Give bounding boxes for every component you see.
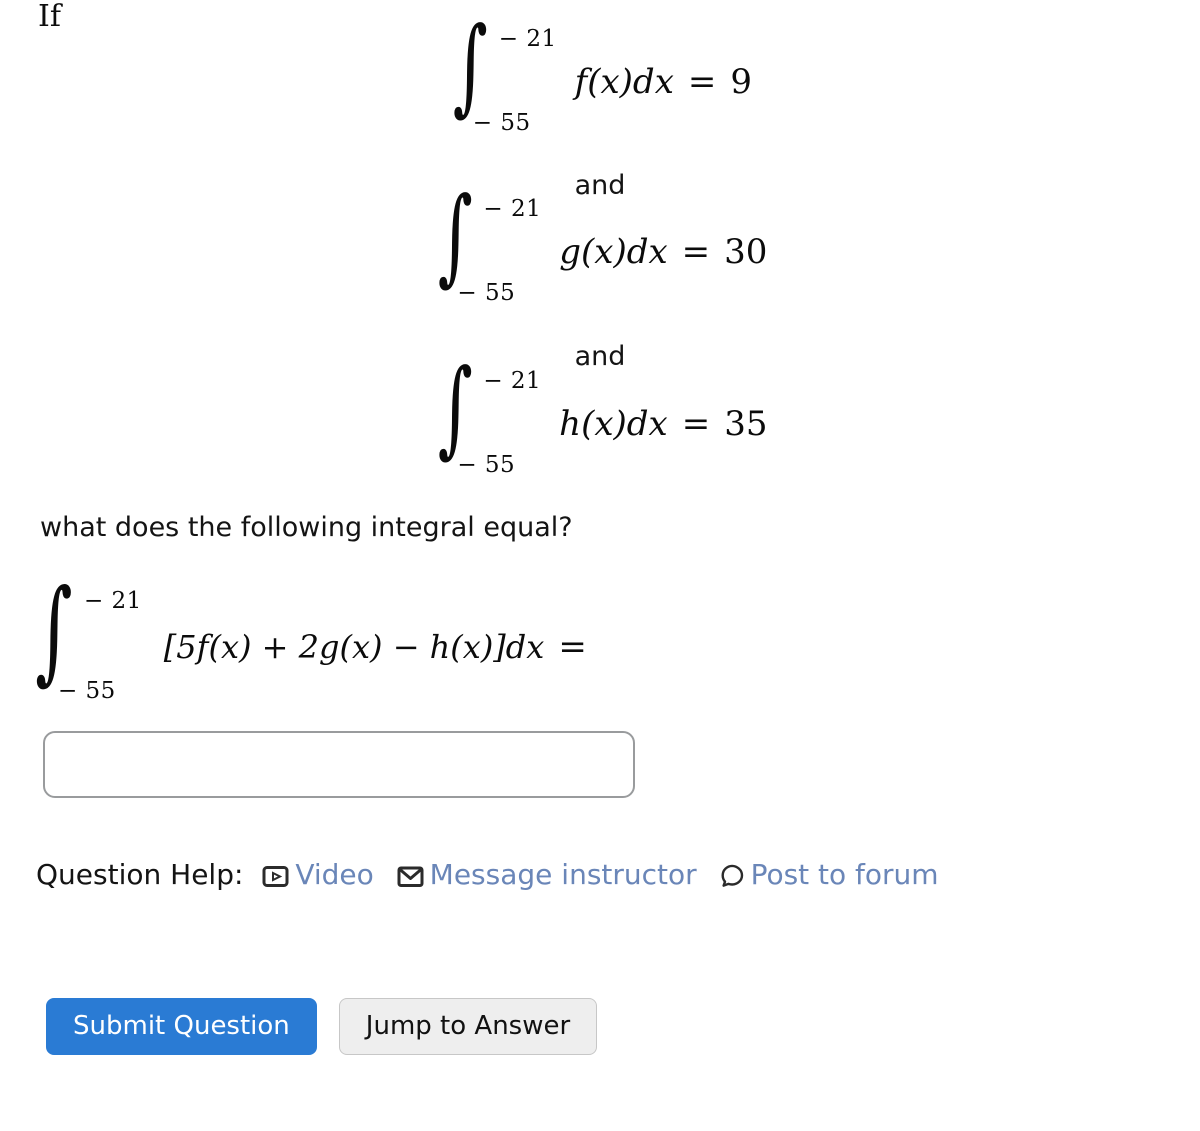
integral-limits: − 21 − 55	[58, 588, 142, 704]
integrand-expression: f(x)dx	[574, 62, 674, 102]
equals-sign: =	[681, 404, 711, 444]
video-link-label: Video	[295, 858, 374, 891]
math-expression: ∫ − 21 − 55 h(x)dx = 35	[433, 356, 768, 478]
post-to-forum-link[interactable]: Post to forum	[720, 858, 939, 891]
equals-sign: =	[681, 232, 711, 272]
integrand-expression: h(x)dx	[559, 404, 668, 444]
given-integral-g: ∫ − 21 − 55 g(x)dx = 30	[0, 184, 1200, 306]
integral-lower-limit: − 55	[457, 452, 516, 478]
math-expression: ∫ − 21 − 55 [5f(x) + 2g(x) − h(x)]dx =	[30, 574, 587, 704]
integrand-expression: [5f(x) + 2g(x) − h(x)]dx	[163, 628, 545, 666]
equals-sign: =	[558, 627, 587, 667]
target-integral: ∫ − 21 − 55 [5f(x) + 2g(x) − h(x)]dx =	[30, 574, 587, 704]
equals-sign: =	[687, 62, 717, 102]
question-help-row: Question Help: Video Message instructor	[36, 852, 1146, 897]
message-instructor-link-label: Message instructor	[429, 858, 697, 891]
video-help-link[interactable]: Video	[262, 858, 382, 891]
integral-upper-limit: − 21	[483, 368, 542, 394]
integral-value: 35	[724, 404, 768, 444]
post-to-forum-link-label: Post to forum	[750, 858, 939, 891]
integral-lower-limit: − 55	[57, 678, 116, 704]
question-prompt: what does the following integral equal?	[40, 512, 573, 543]
math-expression: ∫ − 21 − 55 g(x)dx = 30	[433, 184, 768, 306]
integral-value: 9	[730, 62, 753, 102]
integral-sign-group: ∫ − 21 − 55	[433, 184, 542, 306]
speech-bubble-icon	[720, 864, 745, 888]
integral-upper-limit: − 21	[83, 588, 142, 614]
integral-sign-group: ∫ − 21 − 55	[433, 356, 542, 478]
envelope-icon	[397, 865, 424, 888]
integral-upper-limit: − 21	[498, 26, 557, 52]
lead-in-text: If	[38, 0, 61, 34]
integrand-expression: g(x)dx	[559, 232, 668, 272]
submit-question-button[interactable]: Submit Question	[46, 998, 317, 1055]
integral-sign-group: ∫ − 21 − 55	[30, 574, 142, 704]
answer-input[interactable]	[43, 731, 635, 798]
integral-sign-group: ∫ − 21 − 55	[448, 14, 557, 136]
integral-upper-limit: − 21	[483, 196, 542, 222]
question-help-label: Question Help:	[36, 858, 244, 891]
given-integral-f: ∫ − 21 − 55 f(x)dx = 9	[0, 14, 1200, 136]
integral-limits: − 21 − 55	[457, 196, 541, 306]
question-page: If ∫ − 21 − 55 f(x)dx = 9 and ∫ − 21 − 5	[0, 0, 1200, 1131]
given-integral-h: ∫ − 21 − 55 h(x)dx = 35	[0, 356, 1200, 478]
integral-value: 30	[724, 232, 768, 272]
conjunction-and-1: and	[574, 170, 626, 201]
math-expression: ∫ − 21 − 55 f(x)dx = 9	[448, 14, 753, 136]
integral-lower-limit: − 55	[457, 280, 516, 306]
integral-limits: − 21 − 55	[457, 368, 541, 478]
integral-lower-limit: − 55	[472, 110, 531, 136]
jump-to-answer-button[interactable]: Jump to Answer	[338, 998, 598, 1055]
action-button-row: Submit Question Jump to Answer	[46, 998, 598, 1055]
video-icon	[262, 865, 289, 888]
integral-limits: − 21 − 55	[473, 26, 557, 136]
message-instructor-link[interactable]: Message instructor	[397, 858, 706, 891]
conjunction-and-2: and	[574, 341, 626, 372]
